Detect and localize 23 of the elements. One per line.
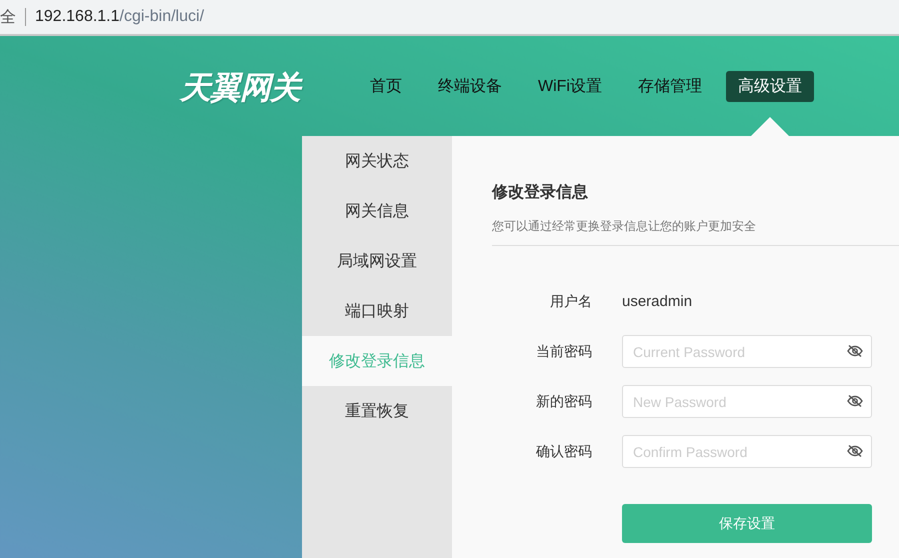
nav-tab[interactable]: 终端设备 [426, 71, 514, 102]
sidebar-item[interactable]: 重置恢复 [302, 386, 452, 436]
eye-slash-icon[interactable] [847, 394, 863, 408]
eye-slash-icon[interactable] [847, 344, 863, 358]
sidebar-item[interactable]: 端口映射 [302, 286, 452, 336]
url-text[interactable]: 192.168.1.1/cgi-bin/luci/ [35, 8, 204, 26]
sidebar-item[interactable]: 局域网设置 [302, 236, 452, 286]
nav-tab[interactable]: 高级设置 [726, 71, 814, 102]
field-label: 当前密码 [536, 342, 592, 358]
section-subtitle: 您可以通过经常更换登录信息让您的账户更加安全 [492, 218, 756, 235]
section-title: 修改登录信息 [492, 182, 588, 203]
sidebar-item[interactable]: 网关信息 [302, 186, 452, 236]
field-label: 新的密码 [536, 392, 592, 408]
nav-tab[interactable]: 存储管理 [626, 71, 714, 102]
security-label: 全 [0, 8, 16, 28]
username-value: useradmin [622, 293, 692, 310]
eye-slash-icon[interactable] [847, 444, 863, 458]
sidebar-item[interactable]: 网关状态 [302, 136, 452, 186]
field-label: 确认密码 [536, 442, 592, 458]
field-label: 用户名 [550, 292, 592, 308]
logo: 天翼网关 [180, 67, 313, 109]
nav-tab[interactable]: WiFi设置 [526, 71, 614, 102]
nav-tab[interactable]: 首页 [358, 71, 414, 102]
